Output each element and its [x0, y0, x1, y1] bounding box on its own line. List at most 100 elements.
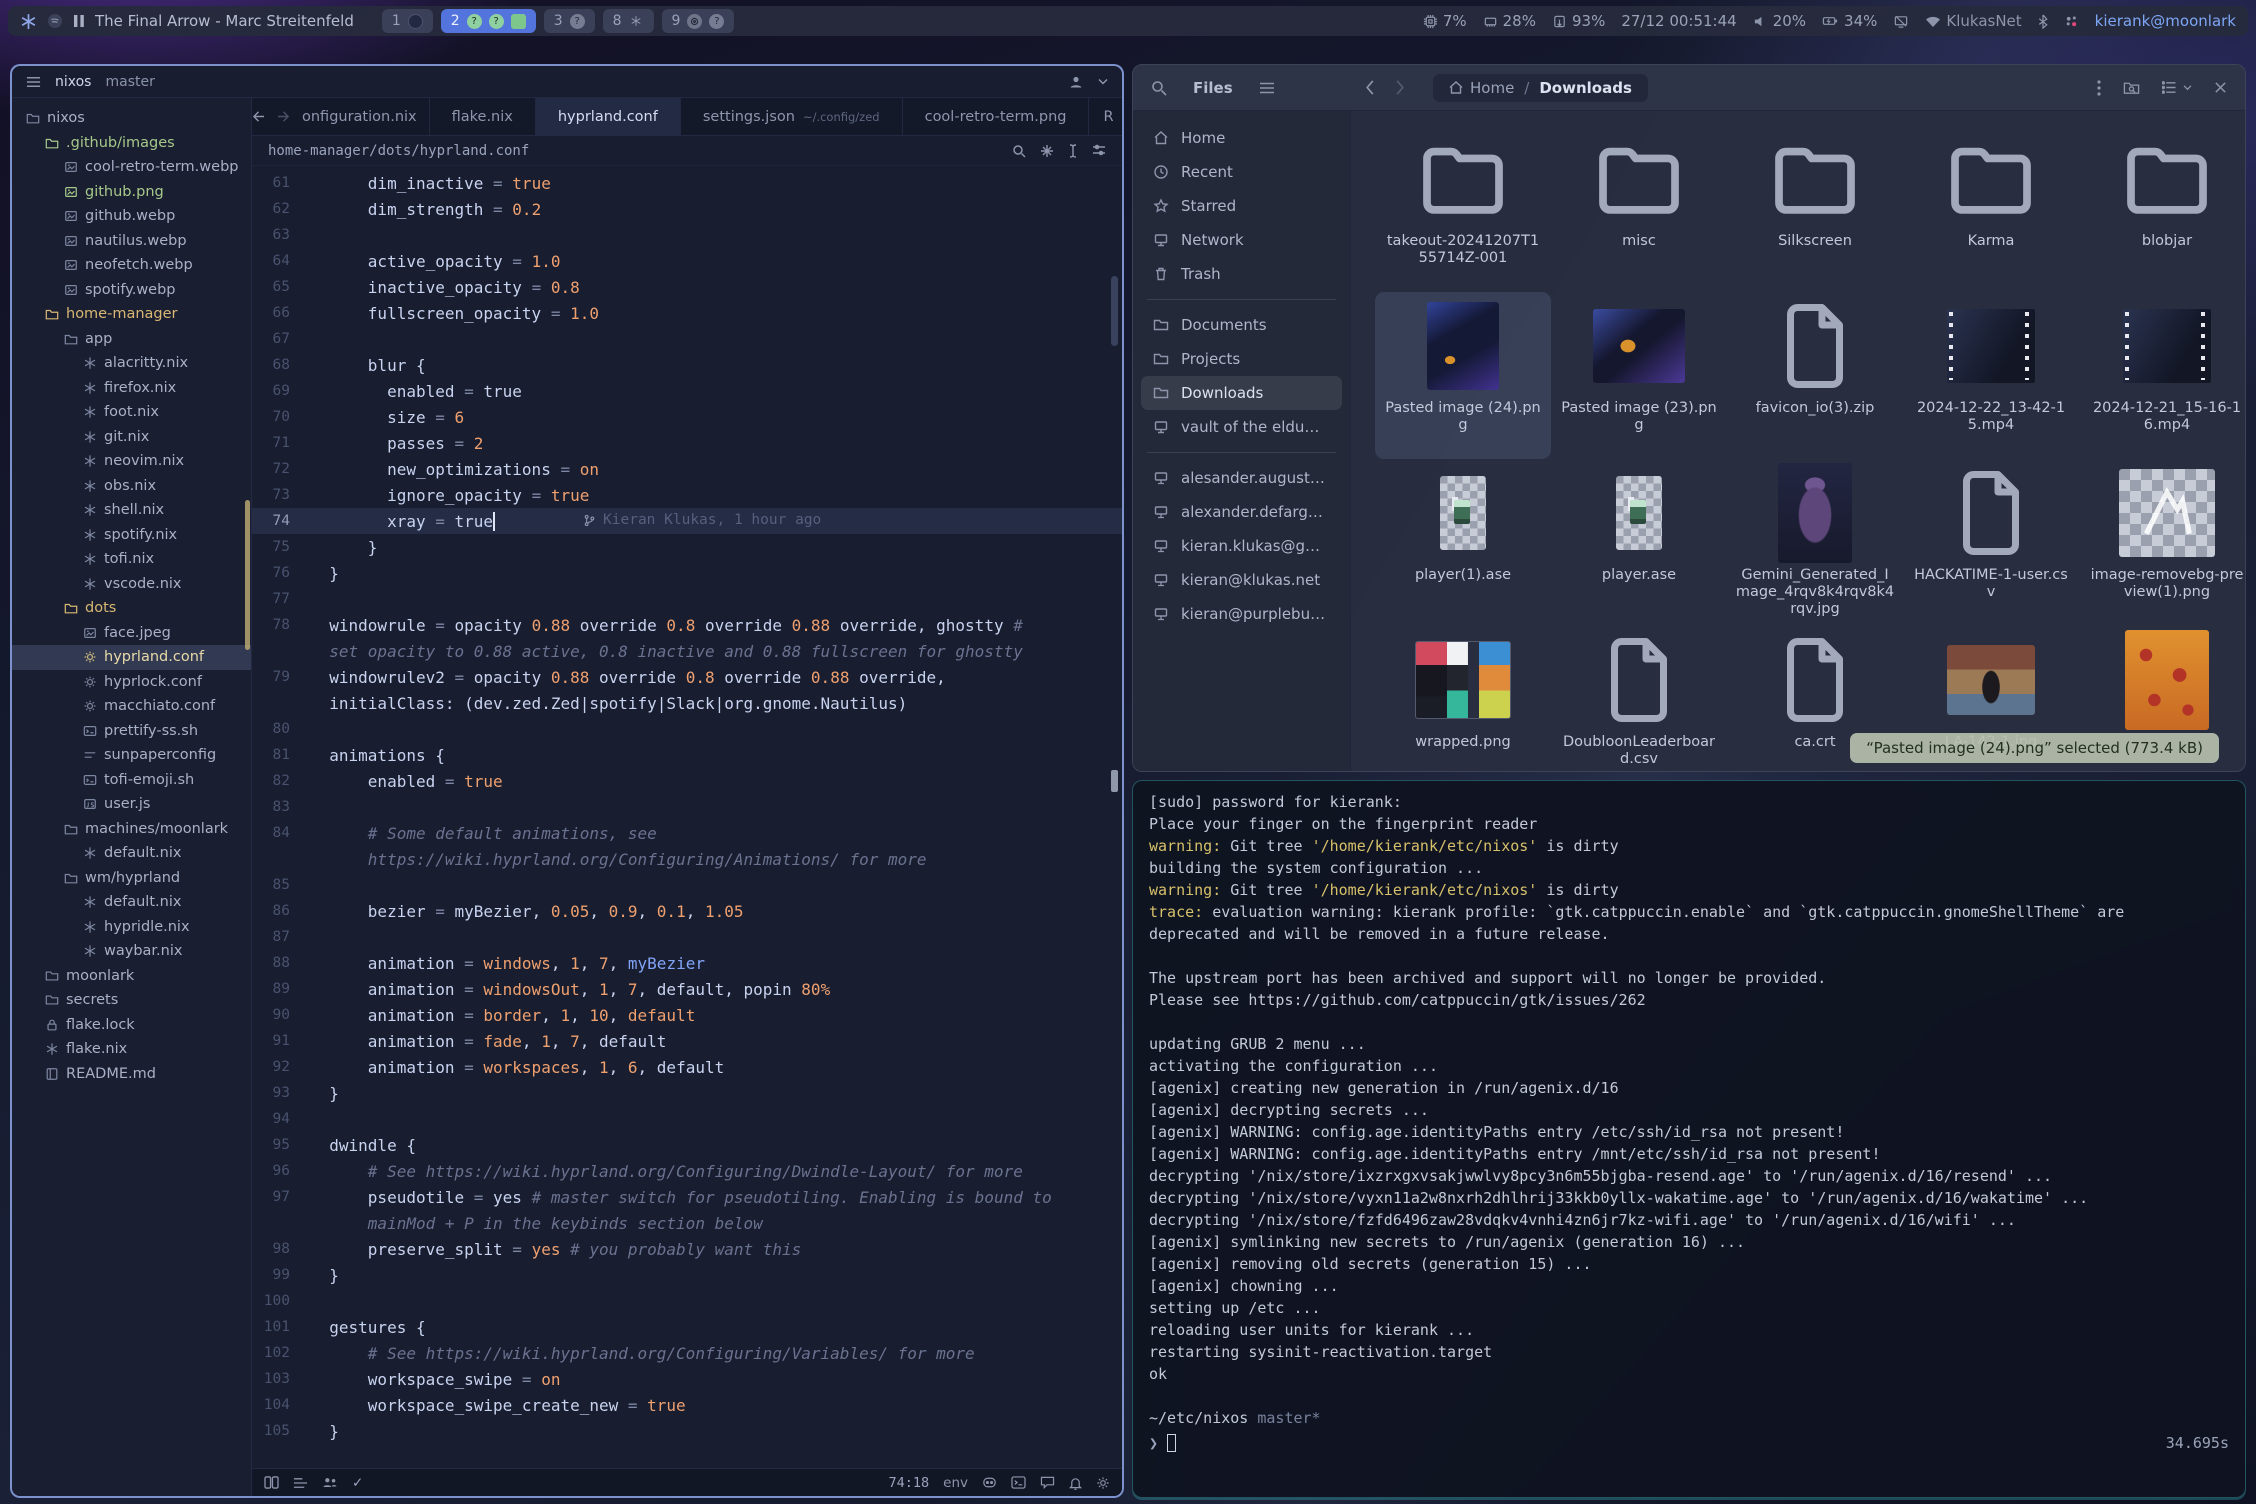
- tree-item-moonlark[interactable]: moonlark: [12, 964, 251, 989]
- code-line-67[interactable]: 67: [252, 326, 1122, 352]
- tree-item-foot.nix[interactable]: foot.nix: [12, 400, 251, 425]
- copilot-icon[interactable]: [982, 1475, 997, 1490]
- code-line-98[interactable]: 98 preserve_split = yes # you probably w…: [252, 1236, 1122, 1262]
- tree-item-prettify-ss.sh[interactable]: prettify-ss.sh: [12, 719, 251, 744]
- buffer-search-icon[interactable]: [1012, 144, 1026, 158]
- spotify-icon[interactable]: [47, 13, 63, 29]
- terminal-panel-icon[interactable]: [1011, 1476, 1026, 1489]
- file-item-gemini-generated-image-4rqv8k4rqv8k4rqv.jpg[interactable]: Gemini_Generated_Image_4rqv8k4rqv8k4rqv.…: [1727, 459, 1903, 626]
- outline-icon[interactable]: [293, 1477, 308, 1489]
- file-item-pasted-image--24-.png[interactable]: Pasted image (24).png: [1375, 292, 1551, 459]
- code-line-89[interactable]: 89 animation = windowsOut, 1, 7, default…: [252, 976, 1122, 1002]
- code-line-102[interactable]: 102 # See https://wiki.hyprland.org/Conf…: [252, 1340, 1122, 1366]
- terminal-prompt[interactable]: ❯ 34.695s: [1149, 1431, 2229, 1455]
- code-line-88[interactable]: 88 animation = windows, 1, 7, myBezier: [252, 950, 1122, 976]
- code-line-62[interactable]: 62 dim_strength = 0.2: [252, 196, 1122, 222]
- code-line-61[interactable]: 61 dim_inactive = true: [252, 170, 1122, 196]
- panel-scrollbar[interactable]: [245, 500, 250, 650]
- code-line-77[interactable]: 77: [252, 586, 1122, 612]
- nav-forward-icon[interactable]: [277, 111, 290, 122]
- code-line-103[interactable]: 103 workspace_swipe = on: [252, 1366, 1122, 1392]
- tree-item-dots[interactable]: dots: [12, 596, 251, 621]
- code-line-83[interactable]: 83: [252, 794, 1122, 820]
- sidebar-item-downloads[interactable]: Downloads: [1141, 376, 1342, 410]
- code-line-81[interactable]: 81 animations {: [252, 742, 1122, 768]
- code-editor[interactable]: 61 dim_inactive = true62 dim_strength = …: [252, 166, 1122, 1468]
- file-item-player-1-.ase[interactable]: player(1).ase: [1375, 459, 1551, 626]
- tree-item-shell.nix[interactable]: shell.nix: [12, 498, 251, 523]
- view-toggle-icon[interactable]: [2162, 81, 2192, 94]
- code-line-wrap[interactable]: set opacity to 0.88 active, 0.8 inactive…: [252, 638, 1122, 664]
- file-item-image-removebg-preview-1-.png[interactable]: image-removebg-preview(1).png: [2079, 459, 2245, 626]
- file-item-favicon-io-3-.zip[interactable]: favicon_io(3).zip: [1727, 292, 1903, 459]
- code-line-64[interactable]: 64 active_opacity = 1.0: [252, 248, 1122, 274]
- code-line-86[interactable]: 86 bezier = myBezier, 0.05, 0.9, 0.1, 1.…: [252, 898, 1122, 924]
- sidebar-item-kieran-klukas-net[interactable]: kieran@klukas.net: [1141, 563, 1342, 597]
- workspace-2[interactable]: 2??: [441, 9, 536, 33]
- file-item-2024-12-22-13-42-15.mp4[interactable]: 2024-12-22_13-42-15.mp4: [1903, 292, 2079, 459]
- sidebar-item-kieran-purplebu-[interactable]: kieran@purplebu…: [1141, 597, 1342, 631]
- code-line-100[interactable]: 100: [252, 1288, 1122, 1314]
- inline-assist-icon[interactable]: [1040, 144, 1054, 158]
- file-item-hackatime-1-user.csv[interactable]: HACKATIME-1-user.csv: [1903, 459, 2079, 626]
- tree-item-github.webp[interactable]: github.webp: [12, 204, 251, 229]
- avatar-icon[interactable]: [1068, 74, 1084, 90]
- tab-settings.json[interactable]: settings.json~/.config/zed: [681, 98, 903, 135]
- close-icon[interactable]: [2214, 81, 2227, 94]
- settings-icon[interactable]: [1096, 1476, 1110, 1490]
- text-cursor-icon[interactable]: [1068, 144, 1078, 158]
- tab-r[interactable]: R: [1089, 98, 1124, 135]
- kebab-menu-icon[interactable]: [2097, 80, 2101, 96]
- app-menu-icon[interactable]: [1259, 82, 1275, 94]
- workspace-8[interactable]: 8: [603, 9, 654, 33]
- file-item-2024-12-21-15-16-16.mp4[interactable]: 2024-12-21_15-16-16.mp4: [2079, 292, 2245, 459]
- tab-onfiguration.nix[interactable]: onfiguration.nix: [290, 98, 430, 135]
- code-line-97[interactable]: 97 pseudotile = yes # master switch for …: [252, 1184, 1122, 1210]
- code-line-90[interactable]: 90 animation = border, 1, 10, default: [252, 1002, 1122, 1028]
- file-item-takeout-20241207t155714z-001[interactable]: takeout-20241207T155714Z-001: [1375, 125, 1551, 292]
- sidebar-item-recent[interactable]: Recent: [1141, 155, 1342, 189]
- file-item-player.ase[interactable]: player.ase: [1551, 459, 1727, 626]
- tab-cool-retro-term.png[interactable]: cool-retro-term.png: [903, 98, 1090, 135]
- tab-hyprland.conf[interactable]: hyprland.conf: [536, 98, 681, 135]
- code-line-69[interactable]: 69 enabled = true: [252, 378, 1122, 404]
- status-check[interactable]: ✓: [352, 1475, 363, 1491]
- tray-app-icon[interactable]: [2064, 14, 2079, 29]
- file-item-wrapped.png[interactable]: wrapped.png: [1375, 626, 1551, 771]
- code-line-76[interactable]: 76 }: [252, 560, 1122, 586]
- code-line-wrap[interactable]: initialClass: (dev.zed.Zed|spotify|Slack…: [252, 690, 1122, 716]
- workspace-1[interactable]: 1: [382, 9, 433, 33]
- toggle-settings-icon[interactable]: [1092, 144, 1106, 158]
- code-line-82[interactable]: 82 enabled = true: [252, 768, 1122, 794]
- tree-item-sunpaperconfig[interactable]: sunpaperconfig: [12, 743, 251, 768]
- code-line-wrap[interactable]: https://wiki.hyprland.org/Configuring/An…: [252, 846, 1122, 872]
- code-line-80[interactable]: 80: [252, 716, 1122, 742]
- tree-item-vscode.nix[interactable]: vscode.nix: [12, 572, 251, 597]
- tree-item-readme.md[interactable]: README.md: [12, 1062, 251, 1087]
- wifi-network[interactable]: KlukasNet: [1925, 12, 2021, 30]
- code-line-63[interactable]: 63: [252, 222, 1122, 248]
- tree-item-github.png[interactable]: github.png: [12, 180, 251, 205]
- workspace-3[interactable]: 3?: [544, 9, 595, 33]
- tree-item-firefox.nix[interactable]: firefox.nix: [12, 376, 251, 401]
- back-icon[interactable]: [1365, 80, 1375, 95]
- chat-icon[interactable]: [1040, 1476, 1055, 1489]
- code-line-71[interactable]: 71 passes = 2: [252, 430, 1122, 456]
- sidebar-item-starred[interactable]: Starred: [1141, 189, 1342, 223]
- env-label[interactable]: env: [943, 1475, 968, 1491]
- code-line-104[interactable]: 104 workspace_swipe_create_new = true: [252, 1392, 1122, 1418]
- sidebar-item-kieran-klukas-g-[interactable]: kieran.klukas@g…: [1141, 529, 1342, 563]
- tree-item-macchiato.conf[interactable]: macchiato.conf: [12, 694, 251, 719]
- file-item-blobjar[interactable]: blobjar: [2079, 125, 2245, 292]
- code-line-79[interactable]: 79 windowrulev2 = opacity 0.88 override …: [252, 664, 1122, 690]
- code-line-72[interactable]: 72 new_optimizations = on: [252, 456, 1122, 482]
- code-line-92[interactable]: 92 animation = workspaces, 1, 6, default: [252, 1054, 1122, 1080]
- tree-item-user.js[interactable]: user.js: [12, 792, 251, 817]
- project-name[interactable]: nixos: [55, 74, 91, 90]
- code-line-93[interactable]: 93 }: [252, 1080, 1122, 1106]
- tree-item-tofi.nix[interactable]: tofi.nix: [12, 547, 251, 572]
- search-icon[interactable]: [1151, 80, 1167, 96]
- code-line-68[interactable]: 68 blur {: [252, 352, 1122, 378]
- file-item-silkscreen[interactable]: Silkscreen: [1727, 125, 1903, 292]
- tree-item-spotify.webp[interactable]: spotify.webp: [12, 278, 251, 303]
